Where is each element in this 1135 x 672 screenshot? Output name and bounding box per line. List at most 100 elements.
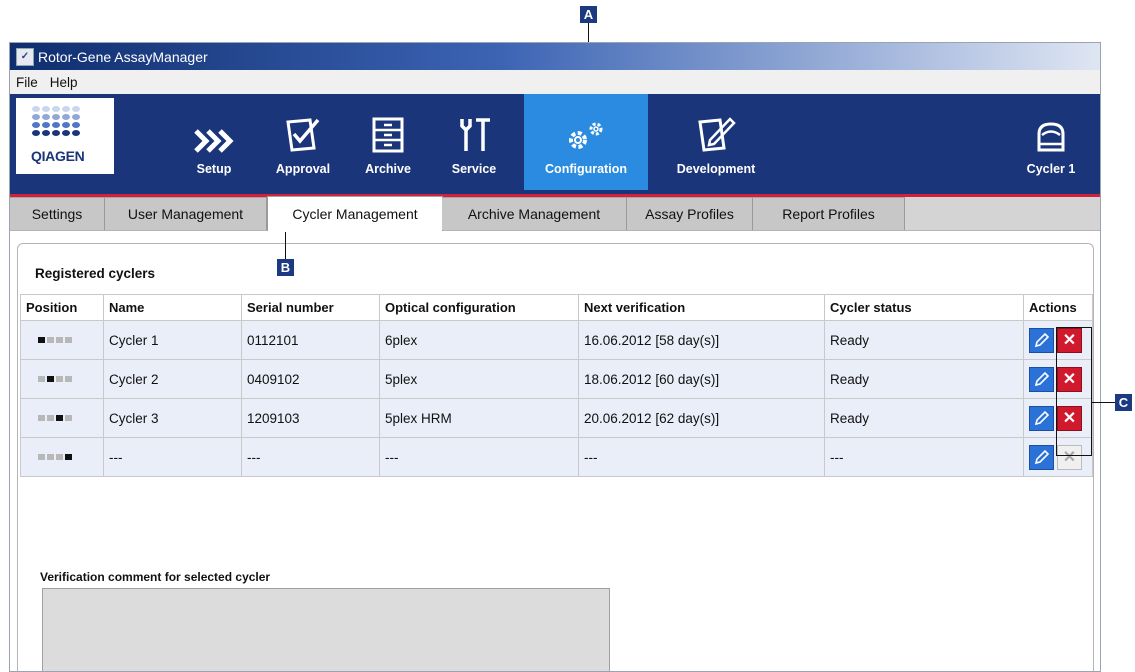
nav-service-label: Service <box>451 162 497 176</box>
verification-comment-label: Verification comment for selected cycler <box>40 570 271 584</box>
name-cell: Cycler 2 <box>103 359 242 399</box>
position-cell <box>20 398 104 438</box>
table-header-row: Position Name Serial number Optical conf… <box>20 294 1093 321</box>
panel-title: Registered cyclers <box>35 266 156 281</box>
title-bar: ✓ Rotor-Gene AssayManager <box>10 43 1100 70</box>
delete-button[interactable]: ✕ <box>1057 405 1082 431</box>
qiagen-logo-dots <box>32 106 96 138</box>
callout-b: B <box>277 259 294 276</box>
position-cell <box>20 320 104 360</box>
tab-settings[interactable]: Settings <box>10 197 105 230</box>
callout-c-frame-left <box>1056 327 1057 455</box>
chevron-double-right-icon <box>192 94 236 154</box>
nav-archive-label: Archive <box>365 162 411 176</box>
edit-button[interactable] <box>1029 327 1054 353</box>
qiagen-logo: QIAGEN <box>16 98 114 174</box>
qiagen-logo-text: QIAGEN <box>31 148 85 164</box>
status-cell: Ready <box>824 398 1024 438</box>
nav-archive[interactable]: Archive <box>356 94 420 190</box>
optical-cell: --- <box>379 437 579 477</box>
serial-cell: --- <box>241 437 380 477</box>
table-row[interactable]: Cycler 1 0112101 6plex 16.06.2012 [58 da… <box>20 320 1093 360</box>
position-indicator-icon <box>38 376 98 382</box>
menu-bar: File Help <box>10 70 1100 94</box>
edit-button[interactable] <box>1029 366 1054 392</box>
callout-a: A <box>580 6 597 23</box>
pencil-icon <box>1034 410 1049 425</box>
edit-button[interactable] <box>1029 444 1054 470</box>
column-header-name[interactable]: Name <box>103 294 242 321</box>
nav-approval-label: Approval <box>275 162 331 176</box>
serial-cell: 1209103 <box>241 398 380 438</box>
cyclers-table: Position Name Serial number Optical conf… <box>20 294 1093 477</box>
name-cell: --- <box>103 437 242 477</box>
serial-cell: 0409102 <box>241 359 380 399</box>
actions-cell: ✕ <box>1023 359 1093 399</box>
app-logo-icon: ✓ <box>16 47 34 66</box>
actions-cell: ✕ <box>1023 398 1093 438</box>
table-row[interactable]: --- --- --- --- --- ✕ <box>20 437 1093 477</box>
edit-document-icon <box>696 94 736 154</box>
actions-cell: ✕ <box>1023 437 1093 477</box>
status-cell: --- <box>824 437 1024 477</box>
nav-configuration-label: Configuration <box>545 162 627 176</box>
column-header-status[interactable]: Cycler status <box>824 294 1024 321</box>
app-window: ✓ Rotor-Gene AssayManager File Help QIAG… <box>9 42 1101 672</box>
nav-configuration[interactable]: Configuration <box>524 94 648 190</box>
callout-c-frame-right <box>1091 327 1092 455</box>
menu-help[interactable]: Help <box>44 75 84 90</box>
tab-assay-profiles[interactable]: Assay Profiles <box>627 197 753 230</box>
optical-cell: 6plex <box>379 320 579 360</box>
delete-button[interactable]: ✕ <box>1057 327 1082 353</box>
next-verification-cell: 20.06.2012 [62 day(s)] <box>578 398 825 438</box>
position-indicator-icon <box>38 337 98 343</box>
table-row[interactable]: Cycler 2 0409102 5plex 18.06.2012 [60 da… <box>20 359 1093 399</box>
column-header-actions: Actions <box>1023 294 1093 321</box>
tab-report-profiles[interactable]: Report Profiles <box>753 197 905 230</box>
status-cell: Ready <box>824 359 1024 399</box>
column-header-position[interactable]: Position <box>20 294 104 321</box>
pencil-icon <box>1034 332 1049 347</box>
column-header-next-verification[interactable]: Next verification <box>578 294 825 321</box>
edit-button[interactable] <box>1029 405 1054 431</box>
tools-icon <box>456 94 492 154</box>
tab-cycler-management[interactable]: Cycler Management <box>267 196 443 231</box>
close-icon: ✕ <box>1062 410 1077 427</box>
nav-service[interactable]: Service <box>442 94 506 190</box>
optical-cell: 5plex <box>379 359 579 399</box>
registered-cyclers-panel: Registered cyclers Position Name Serial … <box>17 243 1094 671</box>
column-header-optical[interactable]: Optical configuration <box>379 294 579 321</box>
callout-b-line <box>285 232 286 260</box>
callout-c: C <box>1115 394 1132 411</box>
delete-button[interactable]: ✕ <box>1057 366 1082 392</box>
next-verification-cell: --- <box>578 437 825 477</box>
close-icon: ✕ <box>1062 371 1077 388</box>
pencil-icon <box>1034 449 1049 464</box>
window-title: Rotor-Gene AssayManager <box>38 48 208 65</box>
verification-comment-field[interactable] <box>42 588 610 671</box>
close-icon: ✕ <box>1062 332 1077 349</box>
column-header-serial[interactable]: Serial number <box>241 294 380 321</box>
delete-button-disabled: ✕ <box>1057 444 1082 470</box>
nav-setup-label: Setup <box>196 162 232 176</box>
table-row[interactable]: Cycler 3 1209103 5plex HRM 20.06.2012 [6… <box>20 398 1093 438</box>
callout-c-line <box>1091 402 1116 403</box>
cycler-icon <box>1033 94 1069 154</box>
close-icon: ✕ <box>1062 449 1077 466</box>
name-cell: Cycler 3 <box>103 398 242 438</box>
next-verification-cell: 18.06.2012 [60 day(s)] <box>578 359 825 399</box>
nav-approval[interactable]: Approval <box>266 94 340 190</box>
nav-development-label: Development <box>676 162 756 176</box>
checkmark-document-icon <box>284 94 322 154</box>
tab-archive-management[interactable]: Archive Management <box>442 197 627 230</box>
nav-development[interactable]: Development <box>666 94 766 190</box>
nav-cycler[interactable]: Cycler 1 <box>1014 94 1088 190</box>
tab-user-management[interactable]: User Management <box>105 197 267 230</box>
serial-cell: 0112101 <box>241 320 380 360</box>
pencil-icon <box>1034 371 1049 386</box>
name-cell: Cycler 1 <box>103 320 242 360</box>
menu-file[interactable]: File <box>10 75 44 90</box>
callout-c-frame-top <box>1056 327 1092 328</box>
nav-setup[interactable]: Setup <box>178 94 250 190</box>
optical-cell: 5plex HRM <box>379 398 579 438</box>
